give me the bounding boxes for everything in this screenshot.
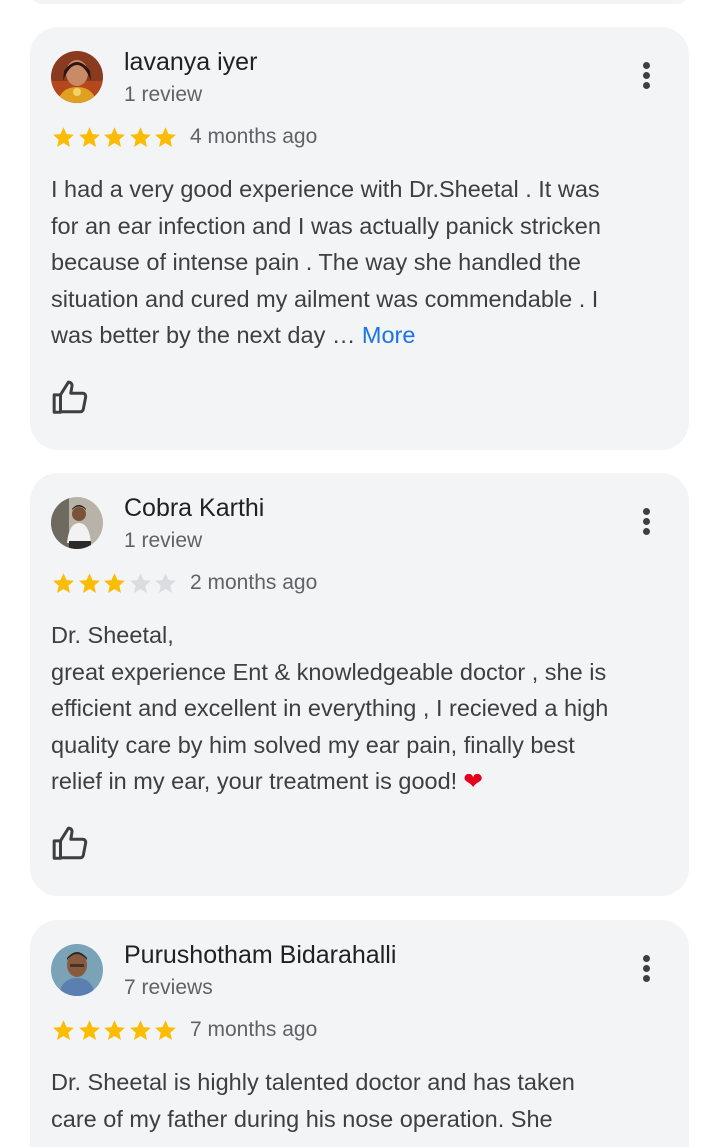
star-rating — [51, 569, 179, 597]
thumbs-up-icon[interactable] — [51, 825, 89, 863]
star-filled-icon — [104, 572, 125, 593]
review-card: Cobra Karthi 1 review 2 months ago Dr. S… — [30, 473, 689, 896]
truncation-ellipsis: … — [325, 322, 362, 349]
review-date: 4 months ago — [190, 125, 318, 148]
review-card: lavanya iyer 1 review 4 months ago I had… — [30, 27, 689, 450]
star-filled-icon — [53, 572, 74, 593]
more-vert-icon[interactable] — [630, 952, 662, 992]
star-filled-icon — [155, 126, 176, 147]
author-name[interactable]: Cobra Karthi — [124, 494, 264, 523]
review-text: I had a very good experience with Dr.She… — [51, 171, 671, 354]
review-body: Dr. Sheetal is highly talented doctor an… — [51, 1069, 575, 1132]
star-filled-icon — [129, 1019, 151, 1040]
star-filled-icon — [104, 1019, 125, 1040]
star-filled-icon — [129, 126, 151, 147]
author-name[interactable]: lavanya iyer — [124, 48, 257, 77]
star-empty-icon — [155, 572, 176, 593]
previous-review-card — [30, 0, 689, 4]
star-filled-icon — [104, 126, 125, 147]
reviews-list: lavanya iyer 1 review 4 months ago I had… — [0, 0, 718, 1147]
star-empty-icon — [129, 572, 151, 593]
thumbs-up-icon[interactable] — [51, 379, 89, 417]
star-filled-icon — [155, 1019, 176, 1040]
review-text: Dr. Sheetal, great experience Ent & know… — [51, 617, 671, 800]
avatar[interactable] — [51, 497, 103, 549]
star-filled-icon — [78, 572, 100, 593]
avatar[interactable] — [51, 51, 103, 103]
author-review-count: 1 review — [124, 529, 203, 552]
review-date: 7 months ago — [190, 1018, 318, 1041]
author-name[interactable]: Purushotham Bidarahalli — [124, 941, 396, 970]
star-rating — [51, 123, 179, 151]
author-review-count: 1 review — [124, 83, 203, 106]
star-filled-icon — [53, 126, 74, 147]
avatar[interactable] — [51, 944, 103, 996]
star-rating — [51, 1016, 179, 1044]
more-vert-icon[interactable] — [630, 505, 662, 545]
star-filled-icon — [78, 1019, 100, 1040]
review-card: Purushotham Bidarahalli 7 reviews 7 mont… — [30, 920, 689, 1147]
more-link[interactable]: More — [362, 322, 416, 348]
review-body: Dr. Sheetal, great experience Ent & know… — [51, 622, 609, 795]
review-text: Dr. Sheetal is highly talented doctor an… — [51, 1064, 671, 1137]
heart-icon: ❤ — [463, 768, 483, 795]
author-review-count: 7 reviews — [124, 976, 213, 999]
review-date: 2 months ago — [190, 571, 318, 594]
star-filled-icon — [53, 1019, 74, 1040]
star-filled-icon — [78, 126, 100, 147]
more-vert-icon[interactable] — [630, 59, 662, 99]
